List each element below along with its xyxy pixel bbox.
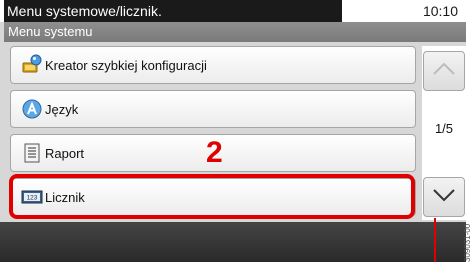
section-title: Menu systemu	[4, 22, 466, 42]
selection-highlight	[9, 174, 415, 219]
page-indicator: 1/5	[434, 121, 454, 136]
chevron-up-icon	[431, 61, 457, 82]
menu-item-label: Raport	[45, 145, 85, 161]
figure-code: 309031-00	[463, 223, 472, 262]
bottom-bar	[0, 222, 466, 262]
scroll-down-button[interactable]	[423, 177, 465, 217]
menu-item-quick-setup-wizard[interactable]: Kreator szybkiej konfiguracji	[10, 46, 416, 84]
scroll-up-button[interactable]	[423, 51, 465, 91]
clock: 10:10	[422, 3, 458, 19]
menu-item-label: Język	[45, 101, 79, 117]
callout-pointer	[434, 218, 436, 262]
panel-screen: Menu systemowe/licznik. 10:10 Menu syste…	[0, 0, 466, 262]
step-number: 2	[206, 136, 223, 169]
screen-title: Menu systemowe/licznik.	[4, 0, 342, 22]
chevron-down-icon	[431, 187, 457, 208]
title-bar: Menu systemowe/licznik. 10:10	[0, 0, 466, 22]
wizard-icon	[21, 54, 43, 76]
language-icon	[21, 98, 43, 120]
menu-item-label: Kreator szybkiej konfiguracji	[45, 57, 207, 73]
report-icon	[21, 142, 43, 164]
menu-item-language[interactable]: Język	[10, 90, 416, 128]
